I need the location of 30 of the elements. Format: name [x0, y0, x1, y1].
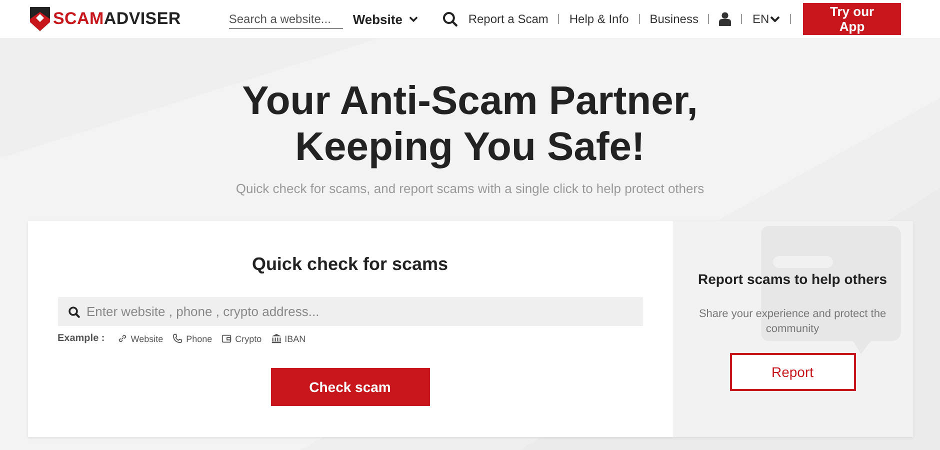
report-button[interactable]: Report — [730, 353, 856, 391]
nav-link[interactable]: Report a Scam — [468, 12, 548, 26]
caret-icon — [770, 16, 780, 22]
nav-link[interactable]: Help & Info — [569, 12, 629, 26]
hero-subtitle: Quick check for scams, and report scams with a single click to help protect others — [236, 181, 704, 196]
user-icon[interactable] — [719, 12, 732, 26]
scam-search-field[interactable]: Enter website , phone , crypto address... — [58, 297, 642, 326]
check-scam-button[interactable]: Check scam — [270, 368, 430, 406]
report-text: Share your experience and protect the community — [698, 307, 888, 337]
search-type-dropdown[interactable]: Website — [350, 10, 420, 28]
hero-title: Your Anti-Scam Partner, Keeping You Safe! — [242, 78, 698, 170]
report-title: Report scams to help others — [698, 271, 888, 287]
language-dropdown[interactable]: EN — [752, 12, 780, 26]
wallet-icon — [221, 333, 232, 344]
search-icon[interactable] — [442, 11, 458, 27]
logo-text[interactable]: SCAMADVISER — [53, 9, 181, 29]
search-icon — [68, 306, 80, 318]
example-link[interactable]: IBAN — [284, 334, 306, 344]
bank-icon — [270, 333, 282, 344]
example-link[interactable]: Phone — [186, 334, 212, 344]
check-title: Quick check for scams — [252, 254, 448, 275]
example-link[interactable]: Crypto — [235, 334, 262, 344]
shield-logo-icon — [30, 7, 50, 31]
nav-link[interactable]: Business — [650, 12, 698, 26]
try-app-button[interactable]: Try our App — [803, 3, 901, 35]
example-link[interactable]: Website — [130, 334, 164, 344]
caret-icon — [409, 16, 418, 22]
example-label: Example : — [58, 333, 105, 344]
phone-icon — [172, 333, 184, 344]
link-icon — [116, 333, 128, 344]
